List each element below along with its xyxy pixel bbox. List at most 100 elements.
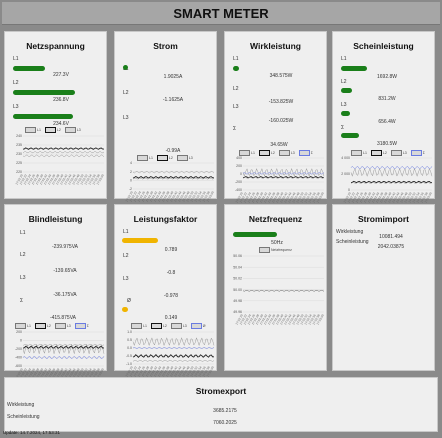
y-tick-label: 50.04 bbox=[233, 265, 242, 269]
y-tick-label: -1.0 bbox=[126, 362, 132, 366]
frequency-value: 50Hz bbox=[271, 240, 283, 246]
import-value-wirkleistung: 10081.494 bbox=[379, 234, 403, 240]
chart-strom: 4 2 0 -2 17:52:20 17:52:22 17:52:24 17:52:26 17:… bbox=[117, 160, 216, 202]
row-label-l2: L2 bbox=[123, 253, 129, 259]
legend-label: L2 bbox=[56, 127, 61, 132]
chart-wirkleistung: 400 200 0 -200 -400 17:52:20 17:52:22 17:52:24 1… bbox=[227, 155, 326, 203]
row-value-l2: 831.2W bbox=[378, 96, 396, 102]
y-tick-label: 0 bbox=[20, 339, 22, 343]
legend-label: L1 bbox=[37, 127, 41, 132]
row-label-l3: L3 bbox=[341, 102, 347, 108]
series-line bbox=[242, 167, 325, 178]
chart-svg: 420-217:52:2017:52:2217:52:2417:52:2617:… bbox=[125, 161, 215, 202]
row-label-l3: L3 bbox=[123, 115, 129, 121]
card-title: Leistungsfaktor bbox=[133, 214, 198, 224]
card-title: Stromexport bbox=[195, 386, 247, 396]
y-tick-label: 50.06 bbox=[233, 254, 242, 258]
row-label-l3: L3 bbox=[20, 275, 26, 281]
chart-svg: 50.0650.0450.0250.0049.9849.9617:52:2017… bbox=[233, 254, 325, 325]
row-label-sum: Σ bbox=[20, 298, 24, 304]
row-label-avg: Ø bbox=[127, 298, 131, 304]
legend-label: Σ bbox=[86, 323, 89, 328]
y-tick-label: 49.98 bbox=[233, 299, 242, 303]
row-value-l1: 348.575W bbox=[269, 73, 293, 79]
row-label-l1: L1 bbox=[233, 56, 239, 62]
row-label-l1: L1 bbox=[13, 56, 19, 62]
card-blindleistung: Blindleistung L1 -239.975VA L2 -139.65VA… bbox=[4, 204, 107, 379]
import-value-scheinleistung: 2042.03875 bbox=[377, 244, 405, 250]
bar-l1 bbox=[13, 66, 45, 71]
row-label-l2: L2 bbox=[13, 80, 19, 86]
row-label-sum: Σ bbox=[341, 125, 345, 131]
series-line bbox=[242, 289, 325, 292]
series-line bbox=[132, 359, 215, 362]
row-label-l3: L3 bbox=[123, 276, 129, 282]
row-value-l2: -139.65VA bbox=[53, 268, 77, 274]
export-label-scheinleistung: Scheinleistung bbox=[7, 414, 40, 420]
bar-l1 bbox=[233, 66, 239, 71]
row-value-l1: 1692.8W bbox=[376, 74, 397, 80]
bar-l2 bbox=[341, 88, 352, 93]
y-tick-label: 50.00 bbox=[233, 288, 242, 292]
card-title: Stromimport bbox=[358, 214, 409, 224]
chart-svg: 1.00.50.0-0.5-1.017:52:2017:52:2217:52:2… bbox=[125, 330, 215, 377]
y-tick-label: 49.96 bbox=[233, 310, 242, 314]
y-tick-label: 4 000 bbox=[341, 156, 350, 160]
update-timestamp: Update: 14.7.2024, 17:53:31 bbox=[3, 430, 61, 435]
y-tick-label: 2 000 bbox=[341, 172, 350, 176]
row-label-sum: Σ bbox=[233, 126, 237, 132]
bar-sum bbox=[341, 133, 359, 138]
y-tick-label: 230 bbox=[16, 152, 22, 156]
export-value-wirkleistung: 3685.2175 bbox=[213, 408, 237, 414]
legend-label: Ø bbox=[202, 323, 206, 328]
row-label-l2: L2 bbox=[20, 252, 26, 258]
y-tick-label: 225 bbox=[16, 161, 22, 165]
legend-label: Netzfrequenz bbox=[271, 247, 292, 252]
row-value-l3: -0.978 bbox=[163, 293, 179, 299]
row-value-sum: 3180.5W bbox=[376, 141, 397, 147]
row-value-l2: 236.8V bbox=[53, 97, 69, 103]
card-scheinleistung: Scheinleistung L1 1692.8W L2 831.2W L3 6… bbox=[332, 31, 435, 203]
import-label-wirkleistung: Wirkleistung bbox=[336, 229, 364, 235]
y-tick-label: -200 bbox=[235, 180, 242, 184]
y-tick-label: -0.5 bbox=[126, 354, 132, 358]
chart-svg: 24023523022522017:52:2017:52:2217:52:241… bbox=[15, 134, 105, 185]
row-value-l1: 227.3V bbox=[53, 72, 69, 78]
y-tick-label: -200 bbox=[15, 347, 22, 351]
legend-label: L2 bbox=[162, 323, 167, 328]
series-line bbox=[350, 167, 433, 178]
row-label-l3: L3 bbox=[13, 104, 19, 110]
row-value-l3: -0.99A bbox=[165, 148, 181, 154]
y-tick-label: 200 bbox=[16, 330, 22, 334]
chart-svg: 4 0002 000017:52:2017:52:2217:52:2417:52… bbox=[341, 156, 433, 203]
card-stromimport: Stromimport Wirkleistung 10081.494 Schei… bbox=[332, 204, 435, 371]
row-value-l3: -160.025W bbox=[268, 118, 294, 124]
bar-l1 bbox=[341, 66, 367, 71]
y-tick-label: -600 bbox=[15, 364, 22, 368]
series-line bbox=[22, 147, 105, 150]
chart-leistungsfaktor: 1.0 0.5 0.0 -0.5 -1.0 17:52:20 17:52:22 17:52:2… bbox=[117, 329, 216, 377]
bar-l1 bbox=[122, 238, 158, 243]
legend-label: L3 bbox=[66, 323, 71, 328]
y-tick-label: 200 bbox=[236, 164, 242, 168]
row-value-l2: -153.825W bbox=[268, 99, 294, 105]
bar-l2 bbox=[13, 90, 75, 95]
y-tick-label: 1.0 bbox=[127, 330, 132, 334]
series-line bbox=[350, 165, 433, 170]
bar-l3 bbox=[341, 111, 350, 116]
legend-label: L1 bbox=[27, 323, 31, 328]
row-value-l1: 0.789 bbox=[164, 247, 178, 253]
y-tick-label: 50.02 bbox=[233, 277, 242, 281]
y-tick-label: -400 bbox=[15, 356, 22, 360]
y-tick-label: 235 bbox=[16, 143, 22, 147]
legend-label: L3 bbox=[76, 127, 81, 132]
chart-svg: 4002000-200-40017:52:2017:52:2217:52:241… bbox=[235, 156, 325, 203]
series-line bbox=[22, 345, 105, 349]
row-label-l3: L3 bbox=[233, 104, 239, 110]
y-tick-label: 0.0 bbox=[127, 346, 132, 350]
app-title-bar: SMART METER bbox=[2, 2, 440, 25]
chart-svg: 2000-200-400-60017:52:2017:52:2217:52:24… bbox=[15, 330, 105, 379]
card-wirkleistung: Wirkleistung L1 348.575W L2 -153.825W L3… bbox=[224, 31, 327, 203]
legend-label: L3 bbox=[182, 323, 187, 328]
series-line bbox=[132, 170, 215, 174]
